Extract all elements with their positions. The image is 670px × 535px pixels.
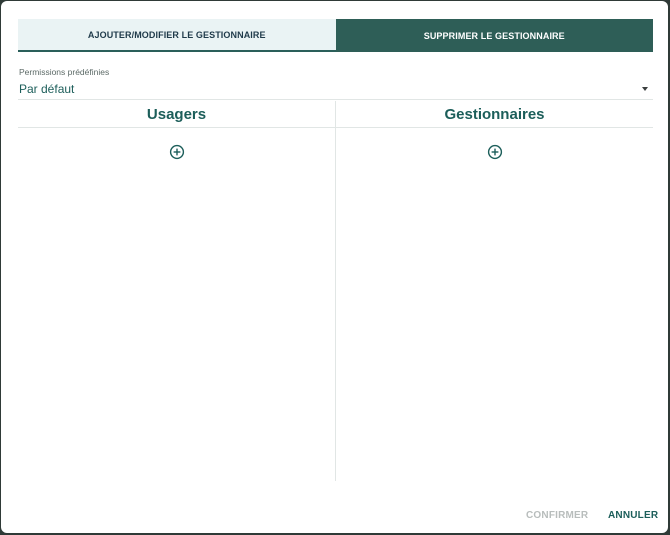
managers-column-title: Gestionnaires: [336, 101, 653, 128]
add-manager-button[interactable]: [487, 144, 503, 160]
tab-delete-manager[interactable]: SUPPRIMER LE GESTIONNAIRE: [335, 19, 653, 52]
tab-add-edit-manager[interactable]: AJOUTER/MODIFIER LE GESTIONNAIRE: [18, 19, 336, 52]
manager-dialog: AJOUTER/MODIFIER LE GESTIONNAIRE SUPPRIM…: [1, 1, 668, 533]
users-column-title: Usagers: [18, 101, 335, 128]
permissions-label: Permissions prédéfinies: [19, 67, 110, 77]
plus-circle-icon: [169, 144, 184, 160]
permissions-selected-value: Par défaut: [19, 82, 75, 96]
permissions-select[interactable]: Par défaut: [18, 79, 653, 100]
plus-circle-icon: [487, 144, 502, 160]
caret-down-icon: [642, 87, 648, 91]
tab-bar: AJOUTER/MODIFIER LE GESTIONNAIRE SUPPRIM…: [18, 19, 653, 52]
managers-column: Gestionnaires: [336, 101, 653, 481]
cancel-button[interactable]: ANNULER: [608, 506, 658, 525]
users-column: Usagers: [18, 101, 336, 481]
add-user-button[interactable]: [169, 144, 185, 160]
dialog-footer: CONFIRMER ANNULER: [1, 506, 668, 526]
confirm-button[interactable]: CONFIRMER: [526, 506, 588, 525]
assignment-columns: Usagers Gestionnaires: [18, 101, 653, 481]
